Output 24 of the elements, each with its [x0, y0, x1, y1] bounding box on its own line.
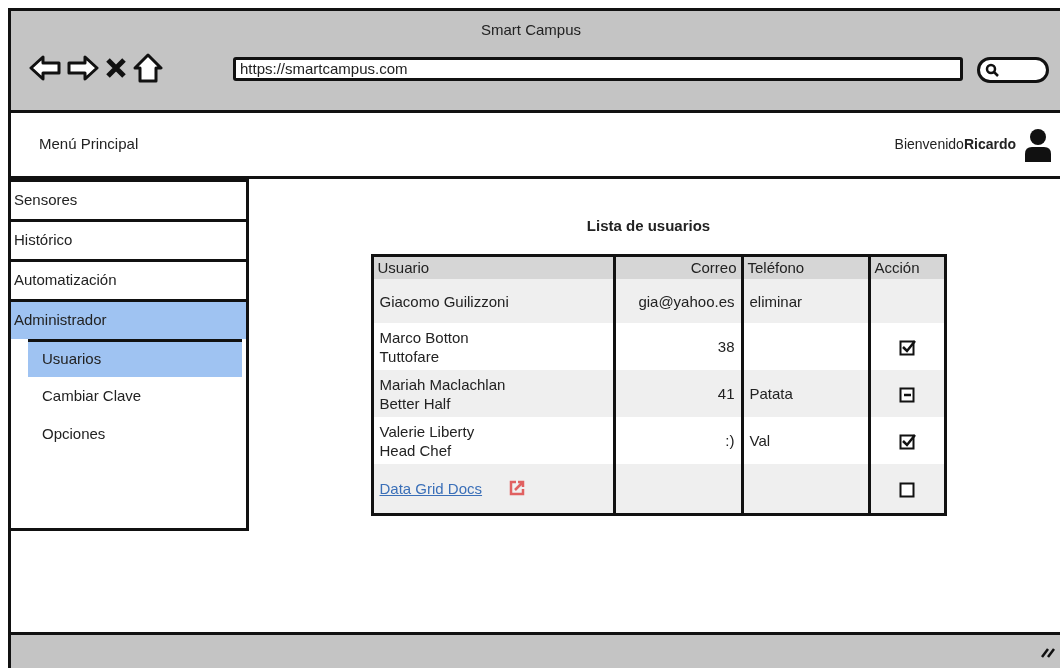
forward-icon[interactable] [67, 54, 99, 82]
checkbox[interactable] [898, 481, 916, 498]
back-icon[interactable] [29, 54, 61, 82]
column-header[interactable]: Acción [869, 255, 945, 279]
checkbox[interactable] [898, 339, 916, 357]
submenu-item[interactable]: Usuarios [28, 339, 242, 377]
column-header[interactable]: Correo [614, 255, 742, 279]
menu-title: Menú Principal [39, 134, 139, 155]
close-icon[interactable] [105, 57, 127, 79]
user-icon[interactable] [1024, 127, 1052, 162]
checkbox[interactable] [898, 433, 916, 451]
search-field[interactable] [977, 57, 1049, 83]
url-field[interactable]: https://smartcampus.com [233, 57, 963, 81]
home-icon[interactable] [133, 53, 163, 83]
window-title: Smart Campus [481, 20, 582, 40]
external-link-icon[interactable] [508, 479, 527, 498]
search-icon [985, 63, 999, 77]
checkbox[interactable] [898, 386, 916, 404]
sidebar-item[interactable]: Administrador [11, 299, 246, 339]
table-title: Lista de usuarios [586, 216, 711, 236]
column-header[interactable]: Teléfono [742, 255, 869, 279]
docs-link[interactable]: Data Grid Docs [379, 478, 483, 498]
column-header[interactable]: Usuario [372, 255, 614, 279]
welcome-text: BienvenidoRicardo [894, 135, 1016, 154]
